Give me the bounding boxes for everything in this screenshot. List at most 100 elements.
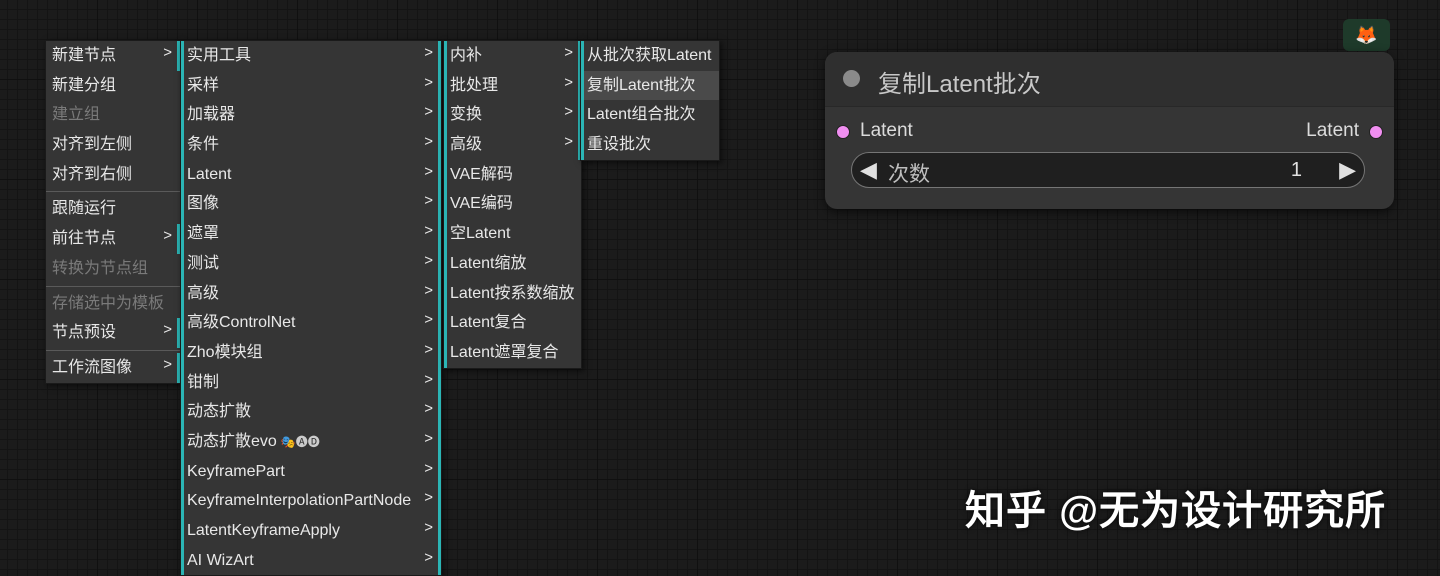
menu2-item-12[interactable]: 动态扩散 >	[181, 397, 441, 427]
menu-item-label: 空Latent	[450, 225, 511, 243]
node-title-bar[interactable]: 复制Latent批次	[825, 52, 1394, 107]
menu-item-label: 重设批次	[587, 136, 652, 154]
menu-item-label: Latent按系数缩放	[450, 284, 575, 302]
submenu-arrow-icon: >	[424, 73, 433, 91]
menu-separator	[46, 285, 180, 287]
submenu-arrow-icon: >	[424, 44, 433, 61]
submenu-arrow-icon: >	[424, 429, 433, 447]
menu-item-label: 条件	[187, 136, 220, 154]
submenu-new-node: 实用工具 > 采样 > 加载器 > 条件 > Latent > 图像 > 遮罩 > 测试 > 高级 > 高级Cont…	[180, 40, 442, 576]
menu3-item-8[interactable]: Latent按系数缩放	[444, 278, 581, 309]
menu4-item-2[interactable]: Latent组合批次	[581, 100, 719, 131]
submenu-arrow-icon: >	[564, 44, 573, 61]
menu-item-label: 采样	[187, 76, 220, 94]
submenu-arrow-icon: >	[424, 340, 433, 358]
menu3-item-4[interactable]: VAE解码	[444, 159, 581, 190]
menu4-item-3[interactable]: 重设批次	[581, 130, 719, 160]
menu2-item-16[interactable]: LatentKeyframeApply >	[181, 516, 441, 546]
menu3-item-9[interactable]: Latent复合	[444, 308, 581, 338]
stepper-value[interactable]: 1	[1291, 159, 1302, 182]
menu3-item-7[interactable]: Latent缩放	[444, 248, 581, 279]
menu-item-label: Latent缩放	[450, 254, 527, 272]
decrement-arrow-icon[interactable]: ◀	[860, 157, 877, 183]
menu1-item-3[interactable]: 对齐到左侧	[46, 130, 180, 160]
menu4-item-1[interactable]: 复制Latent批次	[581, 70, 719, 101]
menu2-item-0[interactable]: 实用工具 >	[181, 41, 441, 71]
context-menu: 新建节点 > 新建分组 建立组 对齐到左侧 对齐到右侧 跟随运行 前往节点 > 转换为节点组 存储选…	[45, 40, 181, 384]
input-slot-icon[interactable]	[836, 125, 850, 139]
menu2-item-4[interactable]: Latent >	[181, 159, 441, 190]
watermark: 知乎 @无为设计研究所	[965, 489, 1387, 533]
menu2-item-9[interactable]: 高级ControlNet >	[181, 308, 441, 338]
menu2-item-14[interactable]: KeyframePart >	[181, 456, 441, 487]
submenu-arrow-icon: >	[424, 489, 433, 507]
collapse-dot-icon[interactable]	[843, 70, 860, 87]
menu-separator	[46, 191, 180, 193]
menu2-item-5[interactable]: 图像 >	[181, 189, 441, 220]
menu3-item-1[interactable]: 批处理 >	[444, 70, 581, 101]
menu2-item-8[interactable]: 高级 >	[181, 278, 441, 309]
menu-item-label: 实用工具	[187, 47, 252, 64]
submenu-arrow-icon: >	[424, 281, 433, 299]
menu1-item-1[interactable]: 新建分组	[46, 71, 180, 101]
output-slot-icon[interactable]	[1369, 125, 1383, 139]
menu-item-label: 动态扩散evo	[187, 432, 277, 450]
submenu-arrow-icon: >	[163, 355, 172, 373]
menu2-item-7[interactable]: 测试 >	[181, 248, 441, 279]
menu-item-label: Zho模块组	[187, 343, 263, 361]
menu1-item-7[interactable]: 前往节点 >	[46, 224, 180, 254]
menu-item-label: 图像	[187, 195, 220, 213]
submenu-arrow-icon: >	[424, 519, 433, 536]
menu-item-label: Latent遮罩复合	[450, 343, 559, 361]
menu-item-label: LatentKeyframeApply	[187, 522, 340, 539]
menu2-item-15[interactable]: KeyframeInterpolationPartNode >	[181, 486, 441, 516]
submenu-arrow-icon: >	[424, 133, 433, 151]
amount-stepper[interactable]: ◀ 次数 1 ▶	[851, 152, 1365, 188]
menu-item-label: AI WizArt	[187, 551, 254, 569]
fox-icon[interactable]: 🦊	[1343, 19, 1390, 51]
menu4-item-0[interactable]: 从批次获取Latent	[581, 41, 719, 71]
menu2-item-10[interactable]: Zho模块组 >	[181, 337, 441, 368]
menu3-item-5[interactable]: VAE编码	[444, 189, 581, 220]
menu-item-label: 钳制	[187, 373, 220, 391]
menu2-item-3[interactable]: 条件 >	[181, 130, 441, 160]
menu-item-label: VAE解码	[450, 165, 513, 183]
menu1-item-11[interactable]: 节点预设 >	[46, 318, 180, 348]
menu-separator	[46, 349, 180, 351]
menu3-item-3[interactable]: 高级 >	[444, 130, 581, 160]
submenu-arrow-icon: >	[424, 192, 433, 210]
node-title: 复制Latent批次	[878, 71, 1041, 98]
menu2-item-1[interactable]: 采样 >	[181, 70, 441, 101]
menu-item-label: Latent复合	[450, 314, 527, 332]
menu-item-label: 高级	[450, 136, 483, 154]
menu3-item-2[interactable]: 变换 >	[444, 100, 581, 131]
node-repeat-latent-batch[interactable]: 复制Latent批次 Latent Latent ◀ 次数 1 ▶	[825, 52, 1394, 209]
menu1-item-13[interactable]: 工作流图像 >	[46, 352, 180, 383]
menu1-item-0[interactable]: 新建节点 >	[46, 41, 180, 71]
menu-item-label: 新建节点	[52, 47, 117, 64]
submenu-arrow-icon: >	[424, 162, 433, 180]
menu2-item-13[interactable]: 动态扩散evo 🎭🅐🅓 >	[181, 426, 441, 457]
menu1-item-6[interactable]: 跟随运行	[46, 194, 180, 224]
submenu-arrow-icon: >	[424, 459, 433, 477]
menu2-item-2[interactable]: 加载器 >	[181, 100, 441, 131]
input-label: Latent	[860, 120, 913, 141]
menu1-item-10: 存储选中为模板	[46, 289, 180, 319]
menu2-item-17[interactable]: AI WizArt >	[181, 545, 441, 576]
menu-item-label: Latent	[187, 165, 232, 183]
menu-item-label: 对齐到左侧	[52, 136, 133, 154]
menu3-item-6[interactable]: 空Latent	[444, 219, 581, 249]
increment-arrow-icon[interactable]: ▶	[1339, 157, 1356, 183]
menu-item-label: 对齐到右侧	[52, 165, 133, 183]
menu-item-label: 前往节点	[52, 230, 117, 248]
submenu-arrow-icon: >	[424, 251, 433, 269]
menu-item-label: KeyframeInterpolationPartNode	[187, 492, 412, 510]
stepper-label: 次数	[888, 163, 930, 186]
menu2-item-11[interactable]: 钳制 >	[181, 367, 441, 398]
menu2-item-6[interactable]: 遮罩 >	[181, 219, 441, 249]
menu-item-label: 批处理	[450, 76, 499, 94]
menu3-item-10[interactable]: Latent遮罩复合	[444, 337, 581, 368]
menu3-item-0[interactable]: 内补 >	[444, 41, 581, 71]
menu1-item-4[interactable]: 对齐到右侧	[46, 160, 180, 190]
badge-icon: 🎭🅐🅓	[280, 434, 320, 449]
